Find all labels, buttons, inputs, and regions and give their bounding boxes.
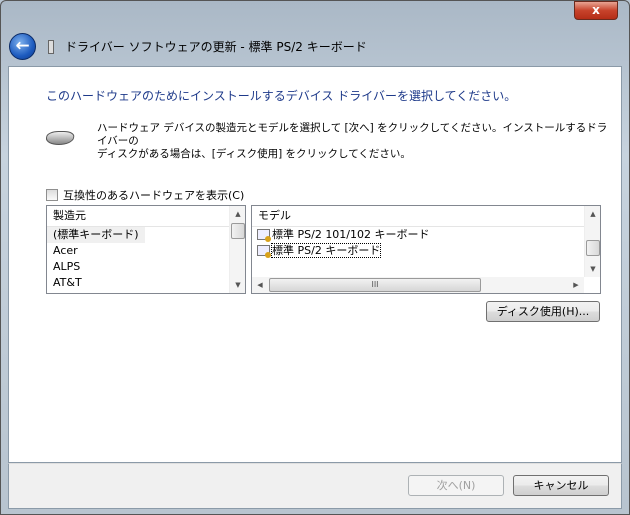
list-item[interactable]: (標準キーボード) bbox=[47, 227, 145, 243]
manufacturer-list[interactable]: 製造元 (標準キーボード) Acer ALPS AT&T ▲ ▼ bbox=[46, 205, 246, 294]
list-item[interactable]: ALPS bbox=[47, 259, 245, 275]
scroll-up-icon[interactable]: ▲ bbox=[230, 206, 245, 222]
list-item[interactable]: AT&T bbox=[47, 275, 245, 291]
scroll-down-icon[interactable]: ▼ bbox=[230, 277, 245, 293]
scroll-right-icon[interactable]: ▶ bbox=[568, 277, 584, 293]
cancel-button[interactable]: キャンセル bbox=[513, 475, 609, 496]
list-item[interactable]: 標準 PS/2 キーボード bbox=[252, 243, 600, 259]
back-button[interactable]: ← bbox=[9, 33, 36, 60]
device-icon bbox=[48, 40, 54, 54]
scroll-thumb[interactable]: III bbox=[269, 278, 481, 292]
page-heading: このハードウェアのためにインストールするデバイス ドライバーを選択してください。 bbox=[46, 89, 517, 103]
model-vscrollbar[interactable]: ▲ ▼ bbox=[584, 206, 600, 277]
checkbox-box[interactable] bbox=[46, 189, 58, 201]
list-item[interactable]: Acer bbox=[47, 243, 245, 259]
next-button[interactable]: 次へ(N) bbox=[408, 475, 504, 496]
certificate-icon bbox=[257, 229, 271, 242]
show-compatible-checkbox[interactable]: 互換性のあるハードウェアを表示(C) bbox=[46, 187, 244, 203]
instructions-line: ディスクがある場合は、[ディスク使用] をクリックしてください。 bbox=[97, 148, 411, 160]
list-item[interactable]: 標準 PS/2 101/102 キーボード bbox=[252, 227, 600, 243]
scroll-left-icon[interactable]: ◀ bbox=[252, 277, 268, 293]
scroll-up-icon[interactable]: ▲ bbox=[585, 206, 600, 222]
close-button[interactable]: x bbox=[574, 1, 618, 20]
window-title: ドライバー ソフトウェアの更新 - 標準 PS/2 キーボード bbox=[65, 40, 367, 54]
certificate-icon bbox=[257, 245, 271, 258]
instructions-line: ハードウェア デバイスの製造元とモデルを選択して [次へ] をクリックしてくださ… bbox=[97, 122, 608, 147]
manufacturer-scrollbar[interactable]: ▲ ▼ bbox=[229, 206, 245, 293]
scroll-thumb[interactable] bbox=[231, 223, 245, 239]
scroll-thumb[interactable] bbox=[586, 240, 600, 256]
model-header: モデル bbox=[252, 206, 584, 227]
model-hscrollbar[interactable]: ◀ III ▶ bbox=[252, 277, 584, 293]
model-label: 標準 PS/2 キーボード bbox=[270, 243, 382, 258]
have-disk-button[interactable]: ディスク使用(H)... bbox=[486, 301, 600, 322]
checkbox-label: 互換性のあるハードウェアを表示(C) bbox=[63, 189, 245, 202]
model-list[interactable]: モデル 標準 PS/2 101/102 キーボード 標準 PS/2 キーボード … bbox=[251, 205, 601, 294]
model-label: 標準 PS/2 101/102 キーボード bbox=[272, 228, 430, 241]
scroll-down-icon[interactable]: ▼ bbox=[585, 261, 600, 277]
manufacturer-header: 製造元 bbox=[47, 206, 229, 227]
instructions: ハードウェア デバイスの製造元とモデルを選択して [次へ] をクリックしてくださ… bbox=[97, 122, 617, 161]
